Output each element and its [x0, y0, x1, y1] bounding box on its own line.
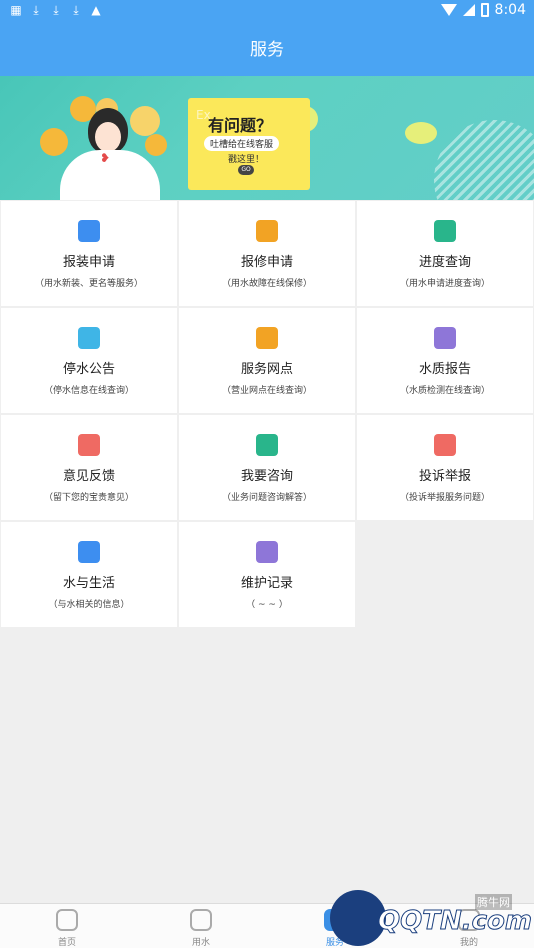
wifi-icon	[440, 4, 457, 16]
service-title: 投诉举报	[418, 469, 471, 484]
decor-oval	[405, 122, 437, 144]
notice-icon	[78, 327, 100, 349]
download-icon: ⤓	[73, 3, 79, 17]
notification-icons: ▦ ⤓ ⤓ ⤓ ▲	[10, 3, 102, 17]
support-banner[interactable]: ❥ Ex 有问题？ 吐槽给在线客服 戳这里！ GO	[0, 76, 534, 200]
banner-cta: 戳这里！	[228, 155, 265, 165]
search-document-icon	[434, 220, 456, 242]
chart-icon	[434, 327, 456, 349]
status-bar: ▦ ⤓ ⤓ ⤓ ▲ 8:04	[0, 0, 534, 24]
battery-icon	[480, 3, 489, 17]
service-description: （停水信息在线查询）	[43, 386, 134, 396]
watermark-brand: QQTN.com	[378, 906, 533, 937]
chat-bubble-icon	[40, 128, 68, 156]
watermark-tag: 腾牛网	[475, 894, 512, 910]
agent-face	[95, 122, 121, 152]
tab-label: 用水	[191, 938, 210, 948]
chat-bubble-icon	[130, 106, 160, 136]
document-icon	[78, 220, 100, 242]
service-description: （水质检测在线查询）	[399, 386, 490, 396]
service-description: （留下您的宝贵意见）	[43, 493, 134, 503]
decor-stripes	[434, 120, 534, 200]
service-description: （用水申请进度查询）	[399, 279, 490, 289]
service-title: 水与生活	[62, 576, 115, 591]
service-description: （ ~ ~ ）	[246, 600, 288, 610]
service-item[interactable]: 意见反馈 （留下您的宝贵意见）	[1, 415, 177, 520]
service-item[interactable]: 水质报告 （水质检测在线查询）	[357, 308, 533, 413]
shield-report-icon	[434, 434, 456, 456]
banner-subline: 吐槽给在线客服	[204, 136, 280, 151]
gear-icon	[256, 541, 278, 563]
service-title: 意见反馈	[62, 469, 115, 484]
service-item[interactable]: 进度查询 （用水申请进度查询）	[357, 201, 533, 306]
headset-icon	[256, 434, 278, 456]
service-description: （投诉举报服务问题）	[399, 493, 490, 503]
service-item[interactable]: 维护记录 （ ~ ~ ）	[179, 522, 355, 627]
page-title: 服务	[0, 24, 534, 76]
service-title: 水质报告	[418, 362, 471, 377]
service-item[interactable]: 报修申请 （用水故障在线保修）	[179, 201, 355, 306]
service-title: 维护记录	[240, 576, 293, 591]
download-icon: ⤓	[33, 3, 39, 17]
gift-water-icon	[78, 541, 100, 563]
service-description: （用水新装、更名等服务）	[34, 279, 143, 289]
service-item[interactable]: 报装申请 （用水新装、更名等服务）	[1, 201, 177, 306]
clock: 8:04	[494, 2, 526, 18]
service-item[interactable]: 我要咨询 （业务问题咨询解答）	[179, 415, 355, 520]
service-item[interactable]: 服务网点 （营业网点在线查询）	[179, 308, 355, 413]
service-title: 报修申请	[240, 255, 293, 270]
chat-bubble-icon	[145, 134, 167, 156]
service-title: 停水公告	[62, 362, 115, 377]
service-title: 我要咨询	[240, 469, 293, 484]
home-icon	[56, 909, 78, 931]
store-icon	[256, 327, 278, 349]
water-drop-icon	[190, 909, 212, 931]
system-icons: 8:04	[440, 2, 526, 18]
service-item[interactable]: 水与生活 （与水相关的信息）	[1, 522, 177, 627]
tab-1[interactable]: 用水	[134, 904, 268, 948]
service-description: （营业网点在线查询）	[221, 386, 312, 396]
service-title: 报装申请	[62, 255, 115, 270]
service-item[interactable]: 停水公告 （停水信息在线查询）	[1, 308, 177, 413]
feedback-mail-icon	[78, 434, 100, 456]
service-title: 进度查询	[418, 255, 471, 270]
bow-icon: ❥	[100, 151, 111, 165]
tab-label: 首页	[57, 938, 76, 948]
service-title: 服务网点	[240, 362, 293, 377]
signal-icon	[462, 4, 475, 16]
screenshot-icon: ▦	[10, 3, 22, 17]
tools-icon	[256, 220, 278, 242]
app-notification-icon: ▲	[91, 3, 101, 17]
tab-0[interactable]: 首页	[0, 904, 134, 948]
service-item[interactable]: 投诉举报 （投诉举报服务问题）	[357, 415, 533, 520]
watermark: QQTN.com 腾牛网	[330, 890, 534, 948]
service-description: （与水相关的信息）	[48, 600, 130, 610]
banner-headline: 有问题？	[208, 116, 273, 135]
service-description: （用水故障在线保修）	[221, 279, 312, 289]
download-icon: ⤓	[53, 3, 59, 17]
service-description: （业务问题咨询解答）	[221, 493, 312, 503]
banner-go-button[interactable]: GO	[238, 165, 254, 175]
